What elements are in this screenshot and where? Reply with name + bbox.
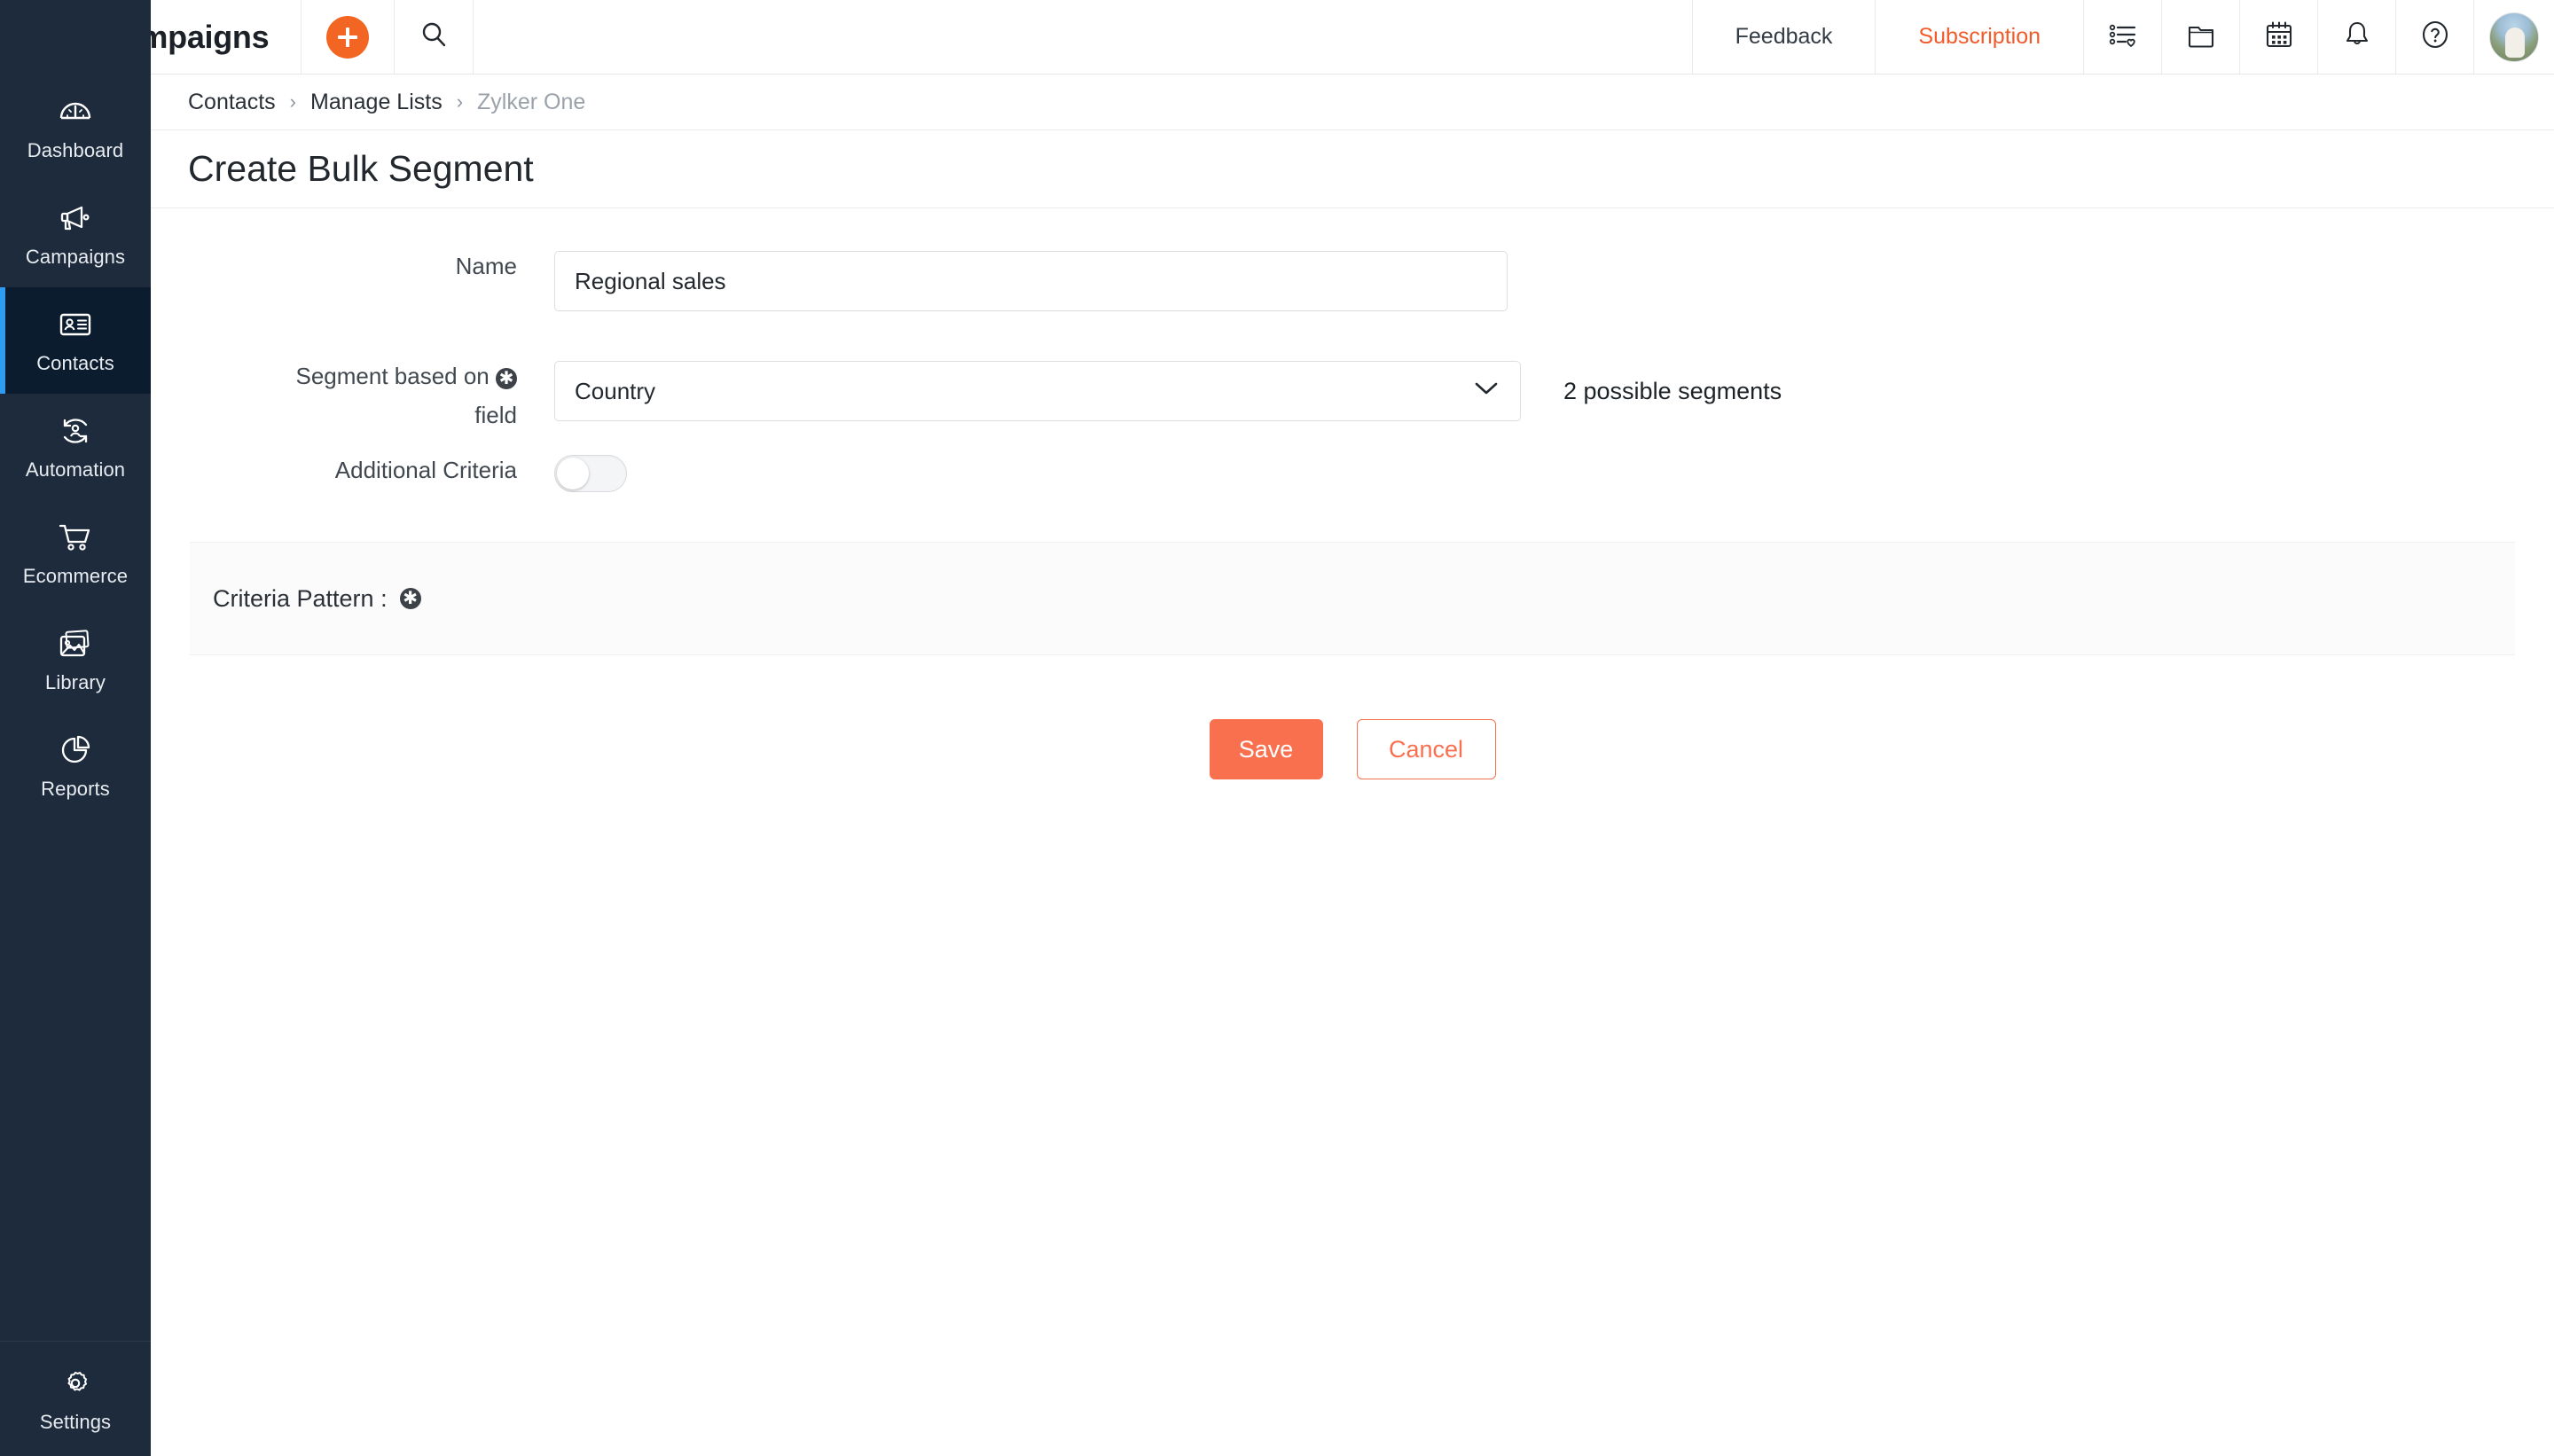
help-button[interactable]	[2396, 0, 2474, 74]
additional-criteria-label: Additional Criteria	[151, 455, 554, 485]
avatar[interactable]	[2474, 0, 2554, 74]
notifications-button[interactable]	[2318, 0, 2396, 74]
sidebar-item-label: Automation	[25, 458, 126, 481]
required-asterisk-icon: ✱	[496, 368, 517, 389]
add-new-cell	[302, 0, 396, 74]
gear-icon	[57, 1365, 94, 1402]
header-spacer	[474, 0, 1693, 74]
row-spacer	[151, 311, 2554, 361]
app-root: Campaigns Feedback Subscription Dashboar…	[0, 0, 2554, 1456]
required-asterisk-icon: ✱	[399, 588, 421, 609]
sidebar-item-dashboard[interactable]: Dashboard	[0, 74, 151, 181]
form-actions: Save Cancel	[151, 719, 2554, 779]
sidebar-item-ecommerce[interactable]: Ecommerce	[0, 500, 151, 607]
search-button[interactable]	[395, 0, 474, 74]
criteria-pattern-panel: Criteria Pattern : ✱	[190, 542, 2515, 655]
plus-icon[interactable]	[326, 15, 370, 59]
breadcrumb-item-contacts[interactable]: Contacts	[188, 90, 276, 115]
name-label-text: Name	[455, 253, 517, 279]
sidebar-item-contacts[interactable]: Contacts	[0, 287, 151, 394]
chevron-down-icon[interactable]	[1475, 382, 1498, 395]
additional-criteria-toggle[interactable]	[554, 455, 627, 492]
segment-field-selected-value: Country	[575, 377, 656, 404]
user-sync-icon	[57, 412, 94, 450]
sidebar-item-label: Library	[45, 671, 106, 693]
name-label: Name	[151, 251, 554, 281]
calendar-icon	[2264, 20, 2294, 54]
segment-field-label-line1: Segment based on	[295, 363, 490, 389]
list-favorites-icon	[2108, 20, 2138, 54]
criteria-pattern-label: Criteria Pattern :	[213, 584, 388, 612]
bell-icon	[2342, 20, 2372, 54]
breadcrumb-item-manage-lists[interactable]: Manage Lists	[310, 90, 443, 115]
pie-chart-icon	[57, 732, 94, 769]
sidebar-item-label: Settings	[39, 1410, 112, 1433]
name-input[interactable]	[554, 251, 1508, 311]
segment-field-label-line2: field	[474, 402, 517, 428]
breadcrumb-item-zylker-one: Zylker One	[477, 89, 586, 114]
segment-form: Name Segment based on ✱ field	[151, 208, 2554, 779]
list-favorites-button[interactable]	[2084, 0, 2162, 74]
page-title-row: Create Bulk Segment	[151, 130, 2554, 208]
breadcrumb: Contacts › Manage Lists › Zylker One	[151, 74, 2554, 130]
sidebar-item-reports[interactable]: Reports	[0, 713, 151, 819]
sidebar-item-settings[interactable]: Settings	[0, 1341, 151, 1456]
top-header: Campaigns Feedback Subscription	[0, 0, 2554, 74]
sidebar-item-label: Ecommerce	[22, 565, 129, 587]
sidebar-item-label: Campaigns	[25, 246, 126, 268]
images-icon	[57, 625, 94, 662]
breadcrumb-separator: ›	[289, 90, 296, 113]
search-icon	[419, 20, 448, 53]
contact-card-icon	[57, 306, 94, 343]
avatar-image	[2489, 12, 2539, 62]
sidebar-item-label: Reports	[41, 778, 110, 800]
help-circle-icon	[2420, 20, 2450, 54]
row-spacer	[151, 430, 2554, 455]
segment-field-label: Segment based on ✱ field	[151, 361, 554, 430]
additional-criteria-label-text: Additional Criteria	[334, 457, 517, 483]
sidebar-item-label: Contacts	[36, 352, 114, 374]
segment-field-select-wrap: Country	[554, 361, 1521, 421]
breadcrumb-separator: ›	[456, 90, 464, 113]
segment-field-select[interactable]: Country	[554, 361, 1521, 421]
sidebar: Dashboard Campaigns Contacts Automation …	[0, 0, 151, 1456]
form-row-name: Name	[151, 251, 2554, 311]
feedback-link[interactable]: Feedback	[1693, 0, 1876, 74]
toggle-knob	[557, 458, 589, 489]
sidebar-item-library[interactable]: Library	[0, 607, 151, 713]
possible-segments-hint: 2 possible segments	[1563, 378, 1782, 404]
main-content: Contacts › Manage Lists › Zylker One Cre…	[151, 74, 2554, 1456]
calendar-button[interactable]	[2240, 0, 2318, 74]
speedometer-icon	[57, 93, 94, 130]
subscription-link[interactable]: Subscription	[1876, 0, 2084, 74]
sidebar-item-label: Dashboard	[27, 139, 124, 161]
cancel-button[interactable]: Cancel	[1356, 719, 1496, 779]
sidebar-item-campaigns[interactable]: Campaigns	[0, 181, 151, 287]
form-row-segment-field: Segment based on ✱ field Country 2 possi…	[151, 361, 2554, 430]
page-title: Create Bulk Segment	[188, 148, 534, 189]
save-button[interactable]: Save	[1209, 719, 1323, 779]
sidebar-item-automation[interactable]: Automation	[0, 394, 151, 500]
folder-button[interactable]	[2162, 0, 2240, 74]
form-row-additional-criteria: Additional Criteria	[151, 455, 2554, 492]
folder-icon	[2186, 20, 2216, 54]
megaphone-icon	[57, 200, 94, 237]
shopping-cart-icon	[57, 519, 94, 556]
